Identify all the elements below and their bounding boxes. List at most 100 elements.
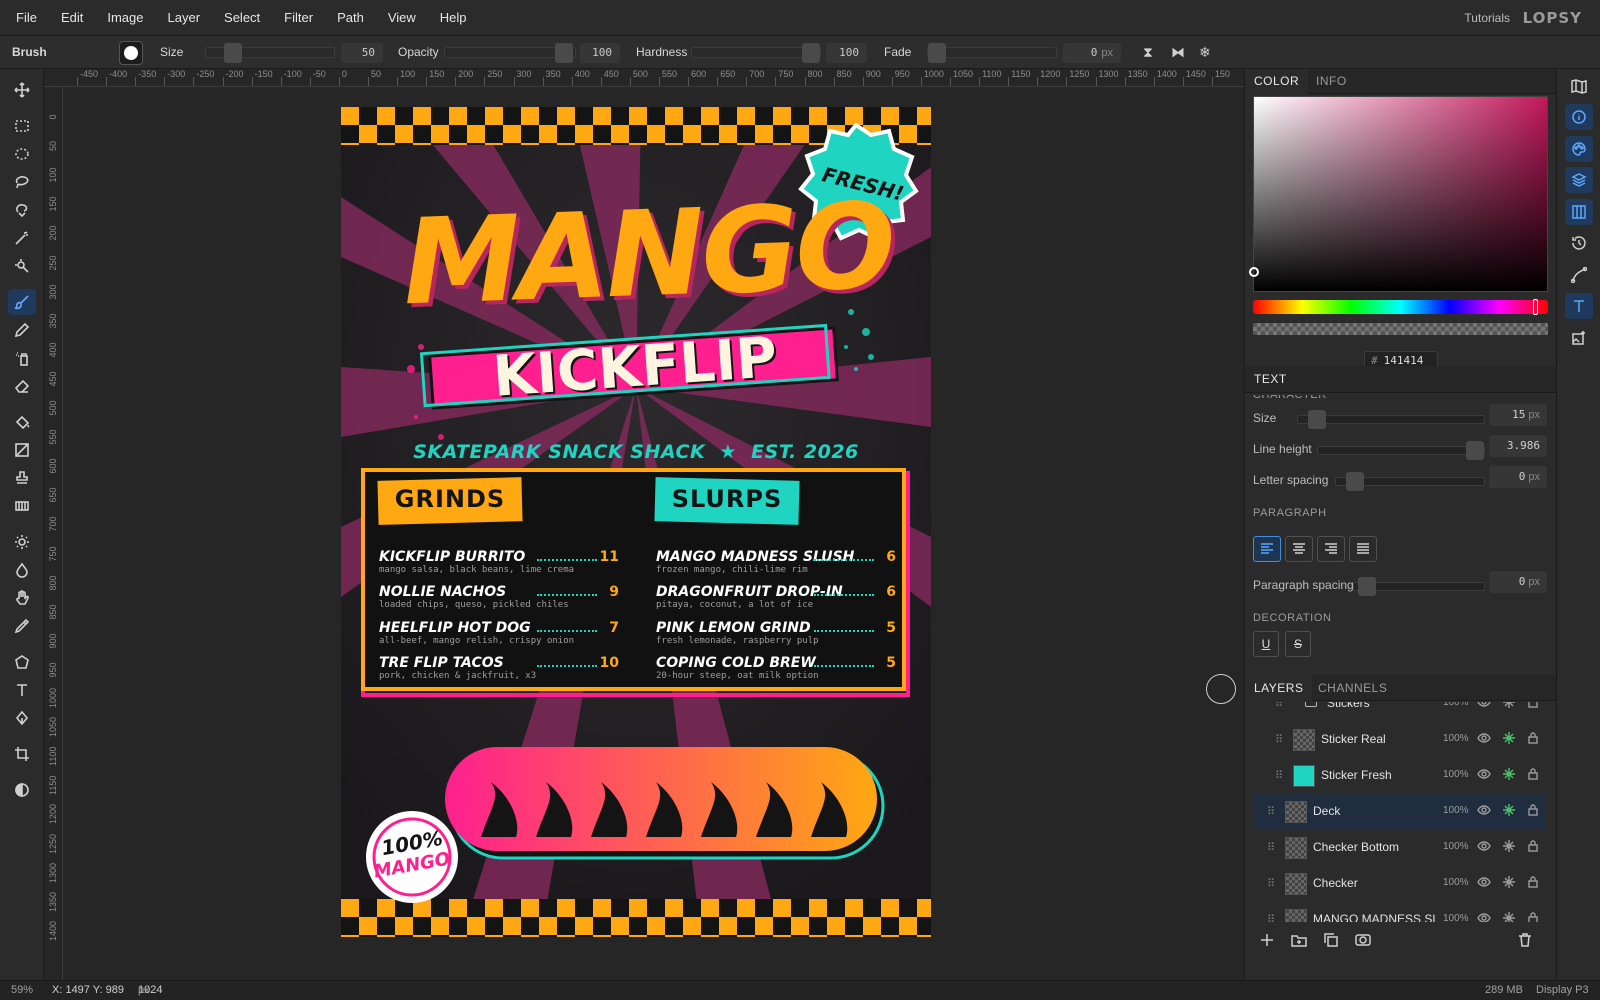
opacity-slider[interactable] bbox=[444, 43, 576, 63]
layer-name[interactable]: MANGO MADNESS SL bbox=[1313, 912, 1439, 922]
text-size-slider[interactable] bbox=[1297, 410, 1485, 429]
saturation-value-picker[interactable] bbox=[1249, 96, 1548, 292]
fade-slider[interactable] bbox=[927, 43, 1057, 63]
fill-tool[interactable] bbox=[8, 409, 36, 435]
layer-row[interactable]: ⠿ Checker Bottom 100% bbox=[1253, 830, 1545, 866]
layer-name[interactable]: Checker Bottom bbox=[1313, 840, 1399, 854]
effects-icon[interactable] bbox=[1502, 839, 1518, 855]
add-layer-button[interactable] bbox=[1259, 932, 1277, 950]
magic-wand-tool[interactable] bbox=[8, 225, 36, 251]
menu-filter[interactable]: Filter bbox=[272, 0, 325, 36]
eye-icon[interactable] bbox=[1477, 839, 1493, 855]
brush-preset-swatch[interactable] bbox=[119, 41, 143, 65]
align-justify-button[interactable] bbox=[1349, 536, 1377, 562]
effects-icon[interactable] bbox=[1502, 767, 1518, 783]
eye-icon[interactable] bbox=[1477, 731, 1493, 747]
color-panel-button[interactable] bbox=[1565, 136, 1593, 162]
layers-panel-button[interactable] bbox=[1565, 167, 1593, 193]
symmetry-icon[interactable]: ⧓ bbox=[1171, 36, 1185, 69]
gradient-tool[interactable] bbox=[8, 437, 36, 463]
effects-icon[interactable] bbox=[1502, 702, 1518, 711]
lock-icon[interactable] bbox=[1526, 875, 1542, 891]
drag-handle-icon[interactable]: ⠿ bbox=[1267, 841, 1275, 854]
layer-group-row[interactable]: ⠿ ⌄ Stickers 100% bbox=[1253, 702, 1545, 722]
mask-layer-button[interactable] bbox=[1355, 932, 1373, 950]
hue-slider-knob[interactable] bbox=[1533, 299, 1538, 315]
tab-color[interactable]: COLOR bbox=[1245, 69, 1309, 94]
duplicate-layer-button[interactable] bbox=[1323, 932, 1341, 950]
menu-file[interactable]: File bbox=[0, 0, 49, 36]
paths-panel-button[interactable] bbox=[1565, 262, 1593, 288]
line-height-input[interactable]: 3.986 bbox=[1489, 435, 1547, 457]
line-height-slider[interactable] bbox=[1317, 441, 1485, 460]
mandala-icon[interactable]: ❄ bbox=[1199, 36, 1211, 69]
size-input[interactable]: 50 bbox=[341, 43, 383, 63]
tab-text[interactable]: TEXT bbox=[1245, 366, 1296, 393]
effects-icon[interactable] bbox=[1502, 803, 1518, 819]
history-panel-button[interactable] bbox=[1565, 230, 1593, 256]
effects-icon[interactable] bbox=[1502, 731, 1518, 747]
pencil-tool[interactable] bbox=[8, 317, 36, 343]
layer-name[interactable]: Deck bbox=[1313, 804, 1340, 818]
menu-layer[interactable]: Layer bbox=[156, 0, 213, 36]
text-size-knob[interactable] bbox=[1308, 410, 1326, 429]
lock-icon[interactable] bbox=[1526, 911, 1542, 922]
strikethrough-button[interactable]: S bbox=[1285, 631, 1311, 657]
lock-icon[interactable] bbox=[1526, 839, 1542, 855]
alpha-slider[interactable] bbox=[1253, 323, 1548, 335]
color-mode-toggle[interactable] bbox=[8, 777, 36, 803]
eye-icon[interactable] bbox=[1477, 875, 1493, 891]
text-panel-button[interactable] bbox=[1565, 293, 1593, 319]
letter-spacing-input[interactable]: 0 px bbox=[1489, 466, 1547, 488]
opacity-input[interactable]: 100 bbox=[580, 43, 620, 63]
lasso-tool[interactable] bbox=[8, 169, 36, 195]
menu-image[interactable]: Image bbox=[95, 0, 155, 36]
tab-layers[interactable]: LAYERS bbox=[1245, 675, 1313, 701]
layer-name[interactable]: Stickers bbox=[1327, 702, 1370, 710]
menu-select[interactable]: Select bbox=[212, 0, 272, 36]
pressure-size-icon[interactable]: ⧗ bbox=[1143, 36, 1153, 69]
eye-icon[interactable] bbox=[1477, 803, 1493, 819]
layer-row[interactable]: ⠿ MANGO MADNESS SL 100% bbox=[1253, 902, 1545, 922]
layer-name[interactable]: Sticker Real bbox=[1321, 732, 1386, 746]
shape-tool[interactable] bbox=[8, 649, 36, 675]
align-center-button[interactable] bbox=[1285, 536, 1313, 562]
delete-layer-button[interactable] bbox=[1517, 932, 1535, 950]
effects-icon[interactable] bbox=[1502, 875, 1518, 891]
info-panel-button[interactable] bbox=[1565, 104, 1593, 130]
hand-tool[interactable] bbox=[8, 585, 36, 611]
letter-spacing-slider[interactable] bbox=[1335, 472, 1485, 491]
layer-row[interactable]: ⠿ Deck 100% bbox=[1253, 794, 1545, 830]
chevron-down-icon[interactable]: ⌄ bbox=[1289, 702, 1297, 705]
align-right-button[interactable] bbox=[1317, 536, 1345, 562]
blur-tool[interactable] bbox=[8, 557, 36, 583]
crop-tool[interactable] bbox=[8, 741, 36, 767]
fade-slider-knob[interactable] bbox=[928, 43, 946, 63]
drag-handle-icon[interactable]: ⠿ bbox=[1267, 877, 1275, 890]
menu-view[interactable]: View bbox=[376, 0, 428, 36]
layer-row[interactable]: ⠿ Sticker Fresh 100% bbox=[1253, 758, 1545, 794]
pen-tool[interactable] bbox=[8, 705, 36, 731]
brush-tool[interactable] bbox=[8, 289, 36, 315]
layer-name[interactable]: Checker bbox=[1313, 876, 1358, 890]
drag-handle-icon[interactable]: ⠿ bbox=[1275, 769, 1283, 782]
lock-icon[interactable] bbox=[1526, 731, 1542, 747]
poster-document[interactable]: FRESH! MANGO KICKFLIP SKATEPARK SNACK SH… bbox=[341, 107, 931, 937]
menu-edit[interactable]: Edit bbox=[49, 0, 95, 36]
move-tool[interactable] bbox=[8, 77, 36, 103]
dodge-tool[interactable] bbox=[8, 529, 36, 555]
rect-select-tool[interactable] bbox=[8, 113, 36, 139]
navigator-panel-button[interactable] bbox=[1565, 73, 1593, 99]
menu-path[interactable]: Path bbox=[325, 0, 376, 36]
tab-channels[interactable]: CHANNELS bbox=[1309, 675, 1396, 701]
ellipse-select-tool[interactable] bbox=[8, 141, 36, 167]
pattern-tool[interactable] bbox=[8, 493, 36, 519]
paragraph-spacing-slider[interactable] bbox=[1353, 577, 1485, 596]
hardness-slider[interactable] bbox=[691, 43, 821, 63]
lock-icon[interactable] bbox=[1526, 702, 1542, 711]
lock-icon[interactable] bbox=[1526, 767, 1542, 783]
quick-select-tool[interactable] bbox=[8, 253, 36, 279]
effects-icon[interactable] bbox=[1502, 911, 1518, 922]
layer-row[interactable]: ⠿ Sticker Real 100% bbox=[1253, 722, 1545, 758]
ai-image-panel-button[interactable] bbox=[1565, 325, 1593, 351]
